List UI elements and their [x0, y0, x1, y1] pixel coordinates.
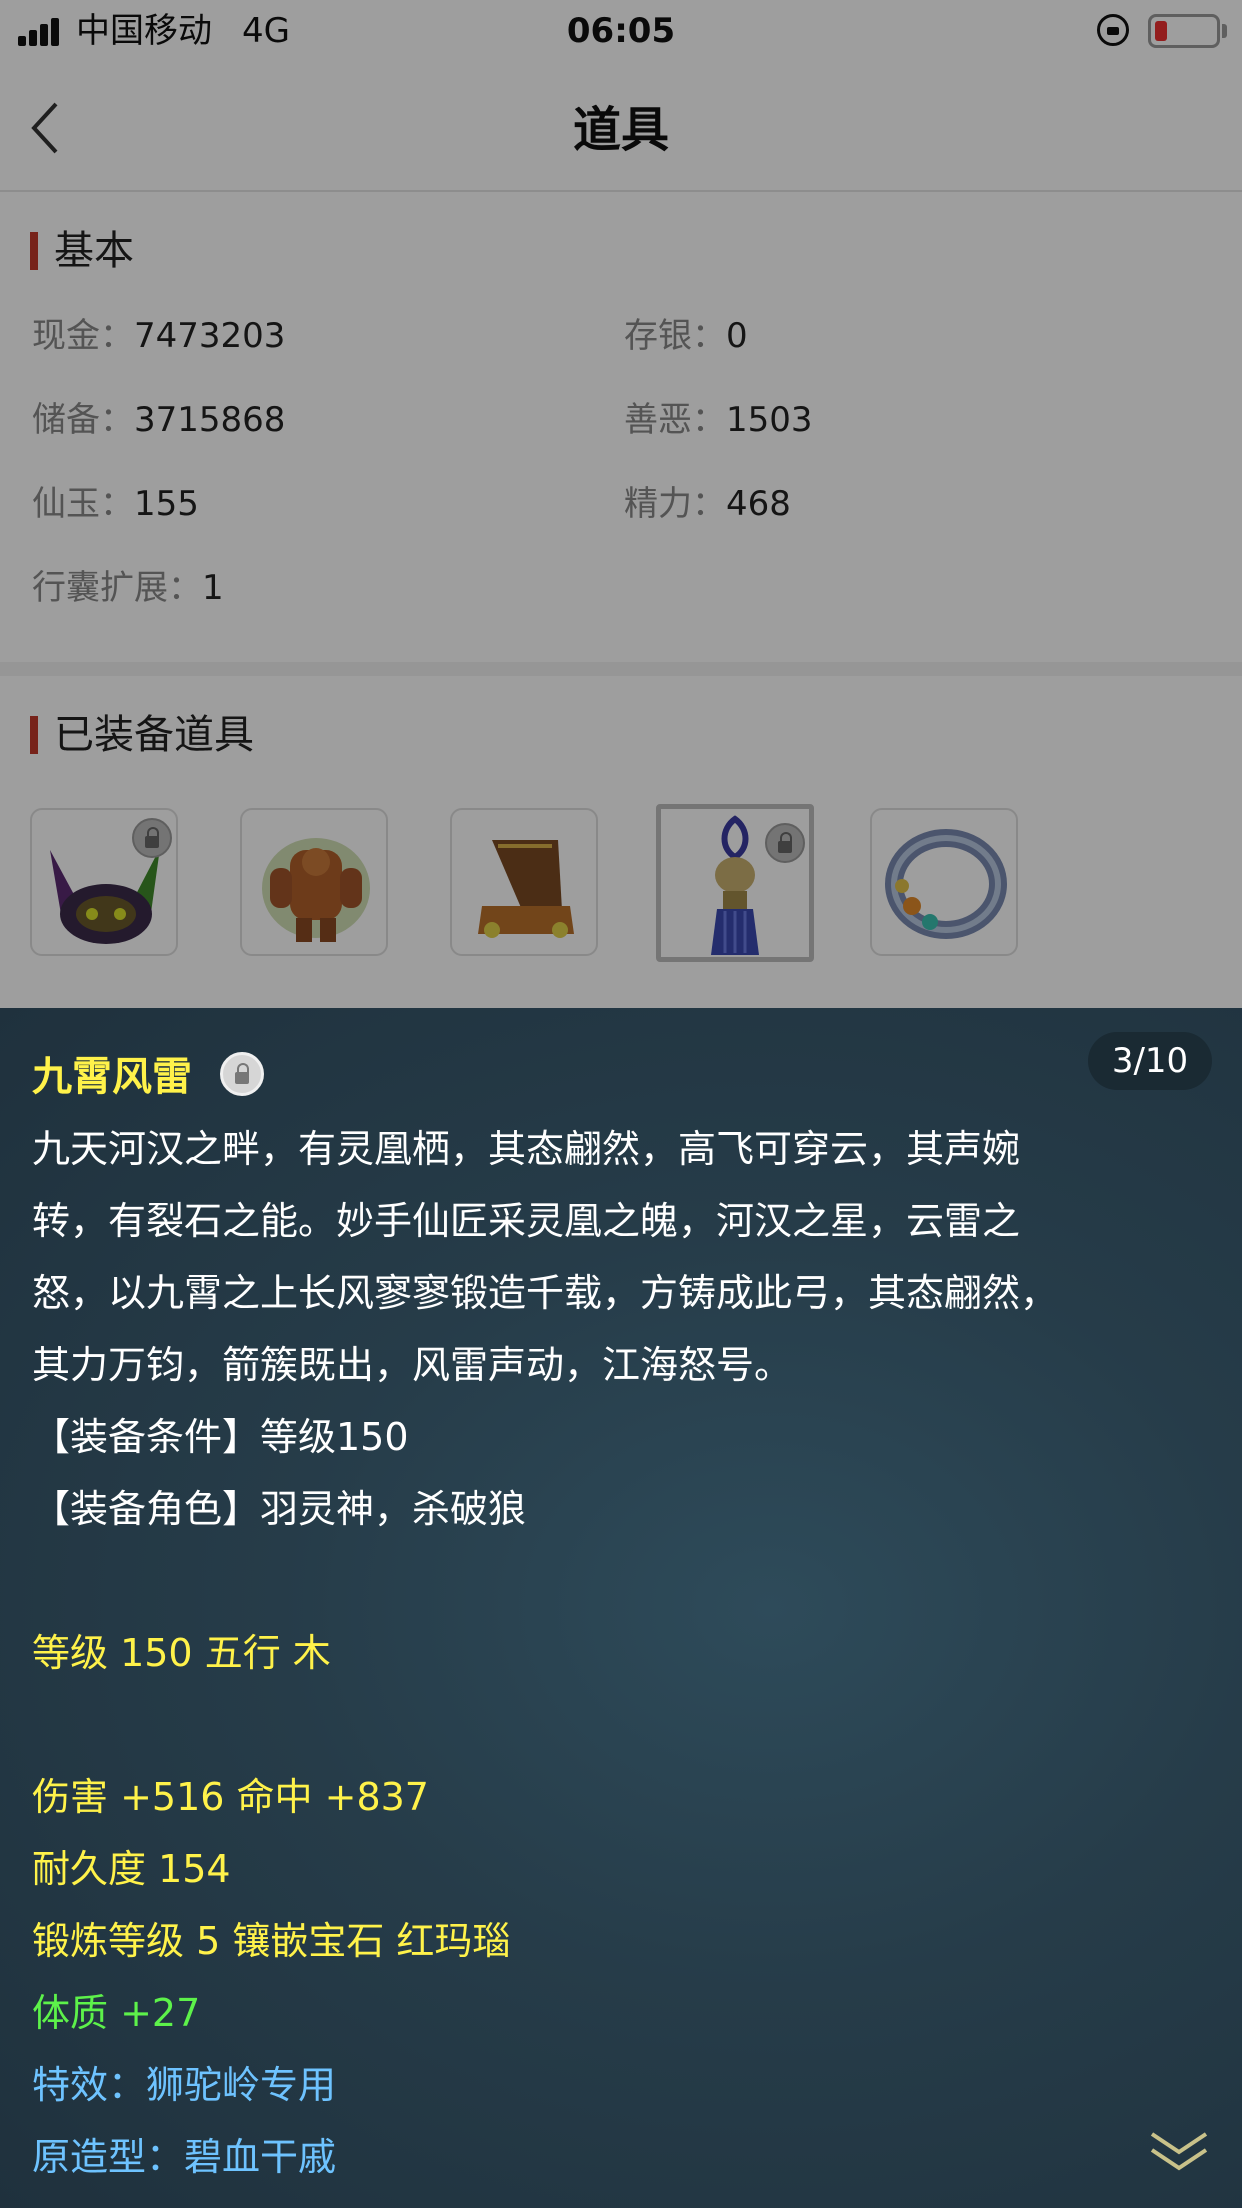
prototype: 原造型：碧血干戚 [32, 2135, 337, 2179]
durability: 耐久度 154 [32, 1847, 231, 1891]
modal-overlay[interactable] [0, 0, 1242, 1008]
page-indicator: 3/10 [1088, 1032, 1212, 1090]
description-line: 怒，以九霄之上长风寥寥锻造千载，方铸成此弓，其态翩然， [32, 1271, 1059, 1315]
special-effect: 特效：狮驼岭专用 [32, 2063, 337, 2107]
double-chevron-down-icon[interactable] [1148, 2128, 1210, 2174]
item-name: 九霄风雷 [32, 1054, 192, 1100]
item-lock-icon [220, 1052, 264, 1096]
forge-gem: 锻炼等级 5 镶嵌宝石 红玛瑙 [32, 1919, 511, 1963]
level-element: 等级 150 五行 木 [32, 1631, 331, 1675]
equip-roles: 【装备角色】羽灵神，杀破狼 [32, 1487, 527, 1531]
equip-requirement: 【装备条件】等级150 [32, 1415, 409, 1459]
description-line: 九天河汉之畔，有灵凰栖，其态翩然，高飞可穿云，其声婉 [32, 1127, 1021, 1171]
damage-hit: 伤害 +516 命中 +837 [32, 1775, 429, 1819]
description-line: 其力万钧，箭簇既出，风雷声动，江海怒号。 [32, 1343, 793, 1387]
constitution-bonus: 体质 +27 [32, 1991, 201, 2035]
description-line: 转，有裂石之能。妙手仙匠采灵凰之魄，河汉之星，云雷之 [32, 1199, 1021, 1243]
